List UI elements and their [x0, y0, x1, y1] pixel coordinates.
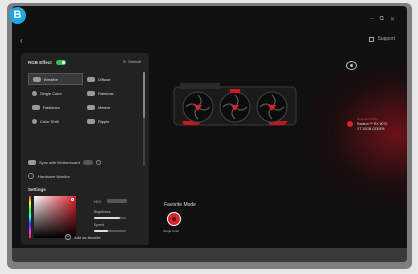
effect-breathe[interactable]: Breathe — [28, 73, 83, 85]
support-label: Support — [377, 36, 395, 42]
support-link[interactable]: Support — [369, 36, 395, 42]
effect-diffuse[interactable]: Diffuse — [83, 73, 138, 85]
device-name: Radeon™ RX 9070 XT 16GB GDDR6 — [357, 122, 387, 132]
device-label: Overclock GPU — [357, 117, 378, 121]
hex-label: HEX — [94, 200, 102, 204]
effect-label: Radiance — [43, 104, 60, 110]
minimize-icon[interactable]: – — [370, 16, 373, 23]
maximize-icon[interactable]: ⧉ — [380, 16, 384, 23]
diffuse-icon — [87, 76, 95, 82]
device-status-icon[interactable] — [347, 121, 353, 127]
app-window: – ⧉ ✕ Support ‹ RGB Effect ↻ Default Bre… — [12, 6, 407, 262]
brightness-slider[interactable] — [94, 217, 126, 219]
favorite-mode-label: Single Color — [163, 229, 180, 233]
scrollbar-thumb[interactable] — [143, 72, 145, 118]
rainbow-icon — [87, 90, 95, 96]
hardware-monitor-icon — [28, 173, 34, 179]
background-glow — [297, 66, 407, 216]
effects-scrollbar[interactable] — [143, 72, 145, 166]
sync-motherboard-row: Sync with Motherboard — [28, 160, 138, 165]
hue-slider[interactable] — [29, 196, 31, 238]
graphics-card-image — [173, 83, 297, 126]
effect-label: Rainbow — [98, 90, 114, 96]
effect-single-color[interactable]: Single Color — [28, 87, 83, 99]
speed-fill — [94, 230, 109, 232]
breathe-icon — [33, 76, 41, 82]
favorite-mode-button[interactable] — [168, 213, 180, 225]
single-color-icon — [32, 90, 37, 96]
rgb-effect-header: RGB Effect — [28, 60, 66, 65]
sync-label: Sync with Motherboard — [39, 160, 80, 165]
marker-badge: B — [9, 7, 26, 24]
effect-color-shift[interactable]: Color Shift — [28, 115, 83, 127]
settings-title: Settings — [28, 187, 46, 192]
rgb-effect-title: RGB Effect — [28, 60, 52, 65]
back-icon[interactable]: ‹ — [20, 36, 23, 45]
bottom-bar — [12, 248, 407, 262]
sync-toggle[interactable] — [82, 160, 93, 165]
effect-label: Meteor — [98, 104, 111, 110]
rgb-enable-toggle[interactable] — [55, 60, 66, 65]
default-label: Default — [128, 59, 141, 64]
add-favorite-label: Add as favorite — [74, 234, 101, 240]
effect-label: Ripple — [98, 118, 110, 124]
hardware-monitor-row[interactable]: Hardware Monitor — [28, 173, 70, 179]
close-icon[interactable]: ✕ — [390, 16, 395, 23]
effect-list: Breathe Diffuse Single Color Rainbow Rad… — [28, 73, 138, 127]
sync-icon — [28, 160, 36, 165]
add-favorite-button[interactable]: + Add as favorite — [65, 234, 101, 240]
hardware-monitor-label: Hardware Monitor — [38, 173, 70, 179]
color-picker[interactable] — [34, 196, 76, 238]
hex-input[interactable] — [107, 199, 127, 203]
ripple-icon — [87, 118, 95, 124]
plus-icon: + — [65, 234, 71, 240]
effect-label: Single Color — [40, 90, 62, 96]
brightness-fill — [94, 217, 120, 219]
window-controls: – ⧉ ✕ — [370, 16, 395, 23]
radiance-icon — [32, 104, 40, 110]
effect-meteor[interactable]: Meteor — [83, 101, 138, 113]
effect-radiance[interactable]: Radiance — [28, 101, 83, 113]
external-link-icon — [369, 36, 375, 42]
reset-icon: ↻ — [122, 59, 127, 64]
favorite-mode-title: Favorite Mode — [164, 202, 196, 208]
effect-rainbow[interactable]: Rainbow — [83, 87, 138, 99]
info-icon[interactable] — [95, 160, 101, 165]
default-button[interactable]: ↻ Default — [123, 59, 141, 64]
color-picker-handle[interactable] — [71, 198, 74, 201]
speed-slider[interactable] — [94, 230, 126, 232]
effect-label: Breathe — [44, 76, 59, 82]
view-toggle-icon[interactable] — [346, 61, 357, 70]
meteor-icon — [87, 104, 95, 110]
device-name-line2: XT 16GB GDDR6 — [357, 127, 385, 131]
speed-label: Speed — [94, 223, 105, 227]
color-shift-icon — [32, 118, 37, 124]
effect-label: Color Shift — [40, 118, 59, 124]
brightness-label: Brightness — [94, 210, 111, 214]
effect-ripple[interactable]: Ripple — [83, 115, 138, 127]
rgb-settings-panel: RGB Effect ↻ Default Breathe Diffuse Sin… — [21, 53, 149, 245]
effect-label: Diffuse — [98, 76, 111, 82]
